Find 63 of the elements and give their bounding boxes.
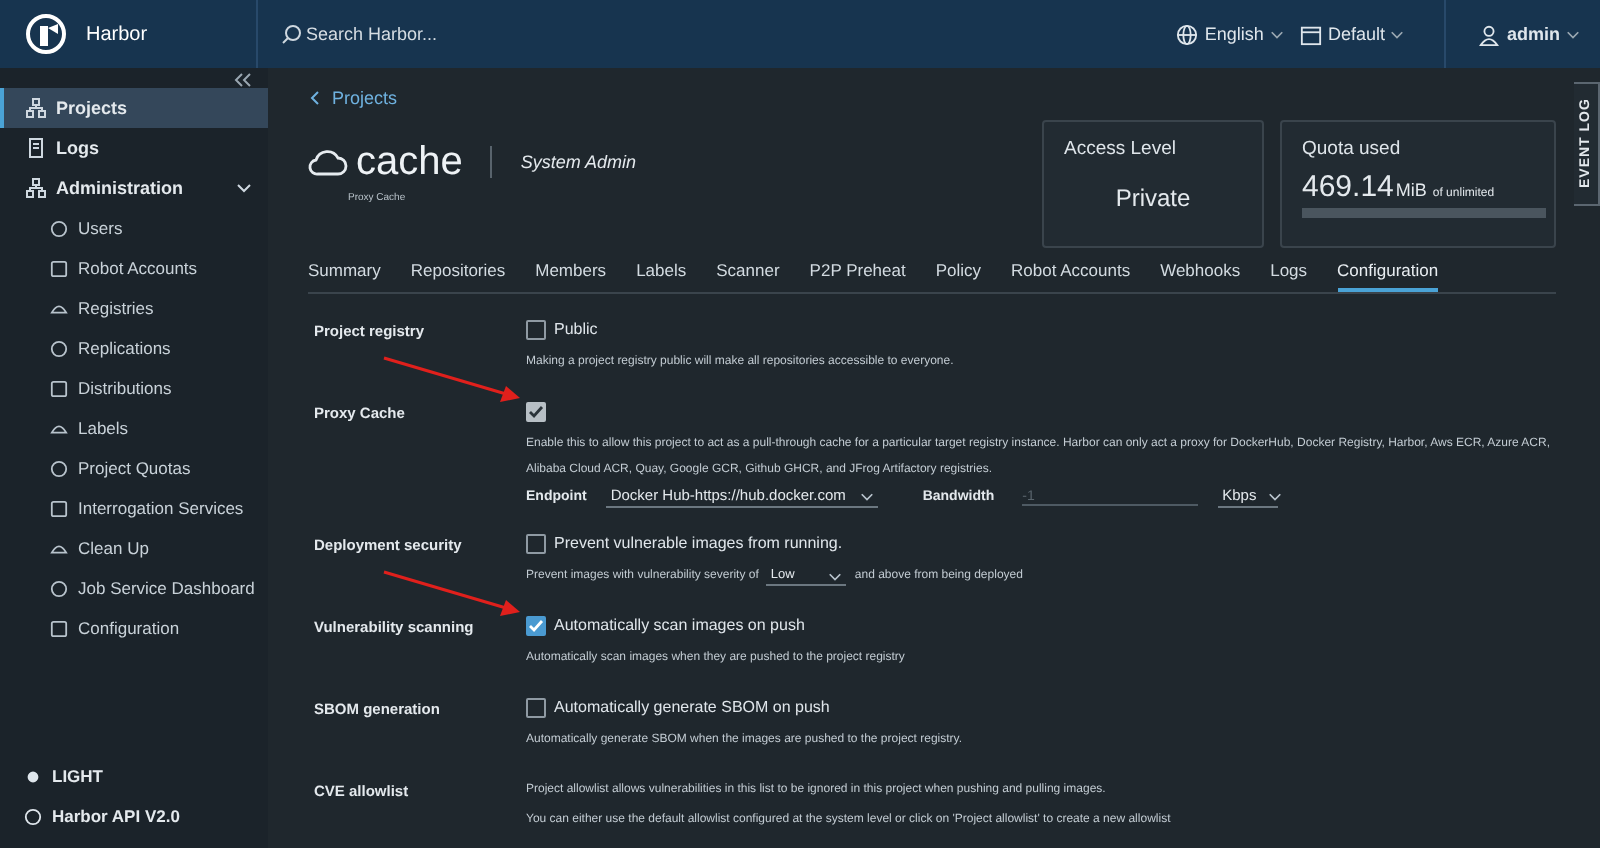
back-link[interactable]: Projects bbox=[308, 88, 637, 108]
sidebar-item[interactable]: Distributions bbox=[0, 368, 268, 408]
sidebar-item[interactable]: Labels bbox=[0, 408, 268, 448]
sidebar-item[interactable]: Projects bbox=[0, 88, 268, 128]
sidebar-item[interactable]: Configuration bbox=[0, 608, 268, 648]
role-label: System Admin bbox=[520, 152, 637, 172]
chevron-down-icon bbox=[1566, 28, 1580, 40]
collapse-icon[interactable] bbox=[234, 72, 252, 88]
checkbox-label[interactable]: Automatically scan images on push bbox=[554, 616, 805, 634]
sidebar-item[interactable]: Replications bbox=[0, 328, 268, 368]
checkbox-label[interactable]: Automatically generate SBOM on push bbox=[554, 698, 830, 716]
chevron-left-icon bbox=[308, 90, 320, 106]
theme-dropdown[interactable]: Default bbox=[1299, 23, 1405, 45]
tab[interactable]: Robot Accounts bbox=[1011, 254, 1131, 292]
tab[interactable]: Logs bbox=[1270, 254, 1308, 292]
brand-name[interactable]: Harbor bbox=[86, 23, 148, 45]
tab[interactable]: Repositories bbox=[410, 254, 506, 292]
globe-icon bbox=[1176, 23, 1199, 45]
chevron-down-icon bbox=[1268, 489, 1283, 501]
checkbox[interactable] bbox=[526, 697, 546, 717]
checkbox[interactable] bbox=[526, 615, 546, 635]
card-title: Quota used bbox=[1302, 138, 1403, 160]
sidebar-item[interactable]: Project Quotas bbox=[0, 448, 268, 488]
api-link[interactable]: Harbor API V2.0 bbox=[0, 796, 268, 836]
language-dropdown[interactable]: English bbox=[1176, 23, 1284, 45]
tab[interactable]: Members bbox=[535, 254, 607, 292]
chevron-down-icon bbox=[1269, 28, 1284, 40]
sidebar-item[interactable]: Administration bbox=[0, 168, 268, 208]
user-menu[interactable]: admin bbox=[1478, 23, 1580, 45]
theme-toggle[interactable]: LIGHT bbox=[0, 756, 268, 796]
search-field[interactable]: Search Harbor... bbox=[306, 24, 586, 44]
quota-value: 469.14 bbox=[1302, 170, 1394, 204]
tab[interactable]: P2P Preheat bbox=[809, 254, 906, 292]
project-name: cache bbox=[356, 140, 463, 184]
hierarchy-icon bbox=[26, 178, 46, 198]
checkbox-label[interactable]: Prevent vulnerable images from running. bbox=[554, 534, 843, 552]
sidebar-item[interactable]: Registries bbox=[0, 288, 268, 328]
sidebar-item[interactable]: Robot Accounts bbox=[0, 248, 268, 288]
chevron-down-icon bbox=[828, 569, 843, 581]
chevron-down-icon bbox=[1390, 28, 1405, 40]
search-icon bbox=[282, 24, 302, 44]
user-icon bbox=[1478, 23, 1501, 45]
tab[interactable]: Configuration bbox=[1337, 254, 1439, 292]
sidebar-item[interactable]: Interrogation Services bbox=[0, 488, 268, 528]
hierarchy-icon bbox=[26, 98, 46, 118]
tab[interactable]: Scanner bbox=[716, 254, 780, 292]
checkbox[interactable] bbox=[526, 319, 546, 339]
tab[interactable]: Summary bbox=[308, 254, 381, 292]
access-level-value: Private bbox=[1115, 184, 1191, 212]
chevron-down-icon bbox=[860, 489, 875, 501]
tab[interactable]: Labels bbox=[636, 254, 687, 292]
document-icon bbox=[26, 138, 46, 158]
tab[interactable]: Webhooks bbox=[1160, 254, 1241, 292]
quota-unit: MiB bbox=[1395, 180, 1427, 200]
checkbox-label[interactable]: Public bbox=[554, 320, 598, 338]
card-title: Access Level bbox=[1064, 138, 1178, 160]
lighthouse-logo-icon bbox=[26, 14, 66, 54]
sidebar-item[interactable]: Clean Up bbox=[0, 528, 268, 568]
tab[interactable]: Policy bbox=[935, 254, 982, 292]
sidebar-item[interactable]: Job Service Dashboard bbox=[0, 568, 268, 608]
sidebar-item[interactable]: Logs bbox=[0, 128, 268, 168]
sidebar-item[interactable]: Users bbox=[0, 208, 268, 248]
checkbox[interactable] bbox=[526, 533, 546, 553]
